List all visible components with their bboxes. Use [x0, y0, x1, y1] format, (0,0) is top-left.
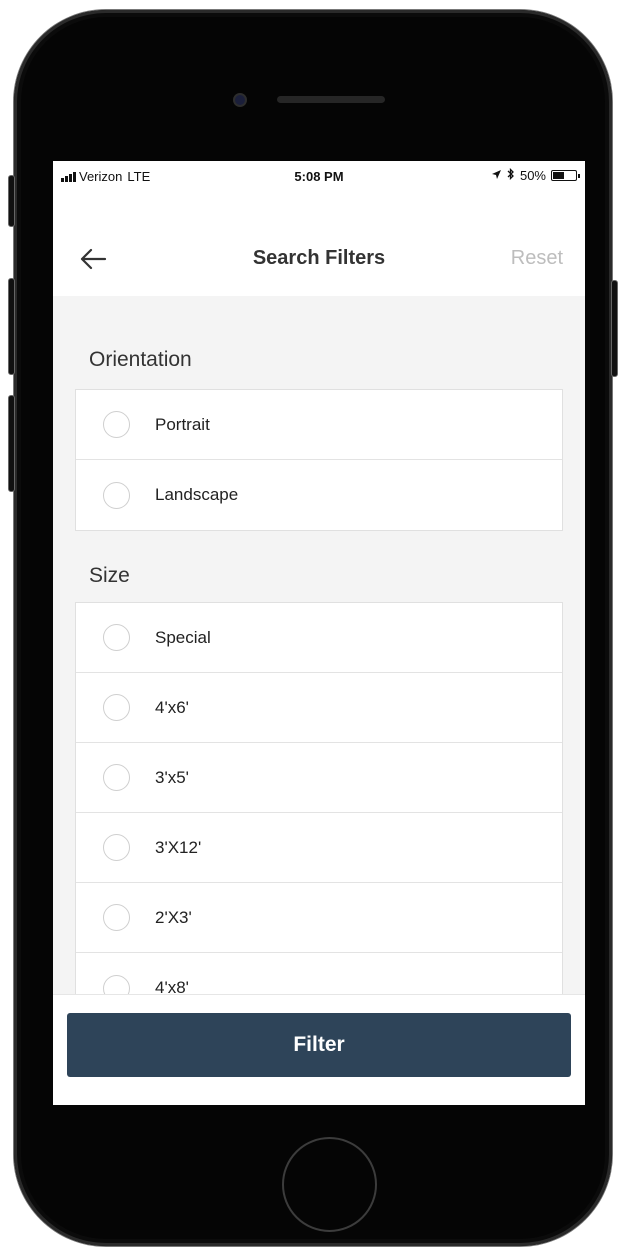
- battery-level: [553, 172, 564, 179]
- option-label: 4'x6': [155, 697, 189, 717]
- app-screen: Verizon LTE 5:08 PM 50% Search Filters R…: [53, 161, 585, 1105]
- size-section-title: Size: [89, 564, 130, 587]
- front-camera: [233, 93, 247, 107]
- option-label: Special: [155, 627, 211, 647]
- radio-button[interactable]: [103, 481, 130, 509]
- volume-up-button: [8, 278, 15, 375]
- signal-bars-icon: [61, 171, 76, 182]
- page-title: Search Filters: [252, 247, 386, 269]
- volume-down-button: [8, 395, 15, 492]
- battery-percent: 50%: [519, 168, 546, 183]
- filters-content[interactable]: Orientation Portrait Landscape Size Spec…: [53, 296, 585, 994]
- power-button: [611, 280, 618, 377]
- earpiece-speaker: [277, 96, 385, 103]
- arrow-left-icon: [80, 248, 107, 270]
- radio-button[interactable]: [103, 694, 130, 721]
- navigation-bar: Search Filters Reset: [53, 193, 585, 296]
- status-left: Verizon LTE: [61, 169, 150, 184]
- radio-button[interactable]: [103, 974, 130, 994]
- radio-button[interactable]: [103, 904, 130, 931]
- status-bar: Verizon LTE 5:08 PM 50%: [53, 161, 585, 193]
- bluetooth-icon: [507, 167, 515, 183]
- option-special[interactable]: Special: [76, 603, 562, 673]
- radio-button[interactable]: [103, 624, 130, 651]
- size-options: Special 4'x6' 3'x5' 3'X12' 2'X3' 4'x8': [75, 602, 563, 994]
- option-label: 3'X12': [155, 837, 202, 857]
- filter-button[interactable]: Filter: [67, 1013, 571, 1077]
- option-portrait[interactable]: Portrait: [76, 390, 562, 460]
- option-label: Landscape: [155, 485, 239, 504]
- option-label: Portrait: [155, 414, 210, 434]
- bottom-bar: Filter: [53, 994, 585, 1105]
- reset-button[interactable]: Reset: [511, 247, 563, 270]
- option-4x6[interactable]: 4'x6': [76, 673, 562, 743]
- radio-button[interactable]: [103, 834, 130, 861]
- option-label: 2'X3': [155, 907, 192, 927]
- orientation-section-title: Orientation: [89, 348, 192, 371]
- home-button[interactable]: [282, 1137, 377, 1232]
- battery-icon: [551, 170, 580, 181]
- silent-switch: [8, 175, 15, 227]
- carrier-label: Verizon: [79, 169, 123, 184]
- radio-button[interactable]: [103, 764, 130, 791]
- back-button[interactable]: [73, 239, 113, 279]
- option-label: 3'x5': [155, 767, 189, 787]
- location-arrow-icon: [491, 168, 502, 183]
- status-right: 50%: [491, 167, 580, 183]
- option-4x8[interactable]: 4'x8': [76, 953, 562, 994]
- option-landscape[interactable]: Landscape: [76, 460, 562, 530]
- network-label: LTE: [127, 169, 151, 184]
- radio-button[interactable]: [103, 411, 130, 438]
- option-3x5[interactable]: 3'x5': [76, 743, 562, 813]
- option-3x12[interactable]: 3'X12': [76, 813, 562, 883]
- orientation-options: Portrait Landscape: [75, 389, 563, 531]
- option-label: 4'x8': [155, 978, 189, 994]
- option-2x3[interactable]: 2'X3': [76, 883, 562, 953]
